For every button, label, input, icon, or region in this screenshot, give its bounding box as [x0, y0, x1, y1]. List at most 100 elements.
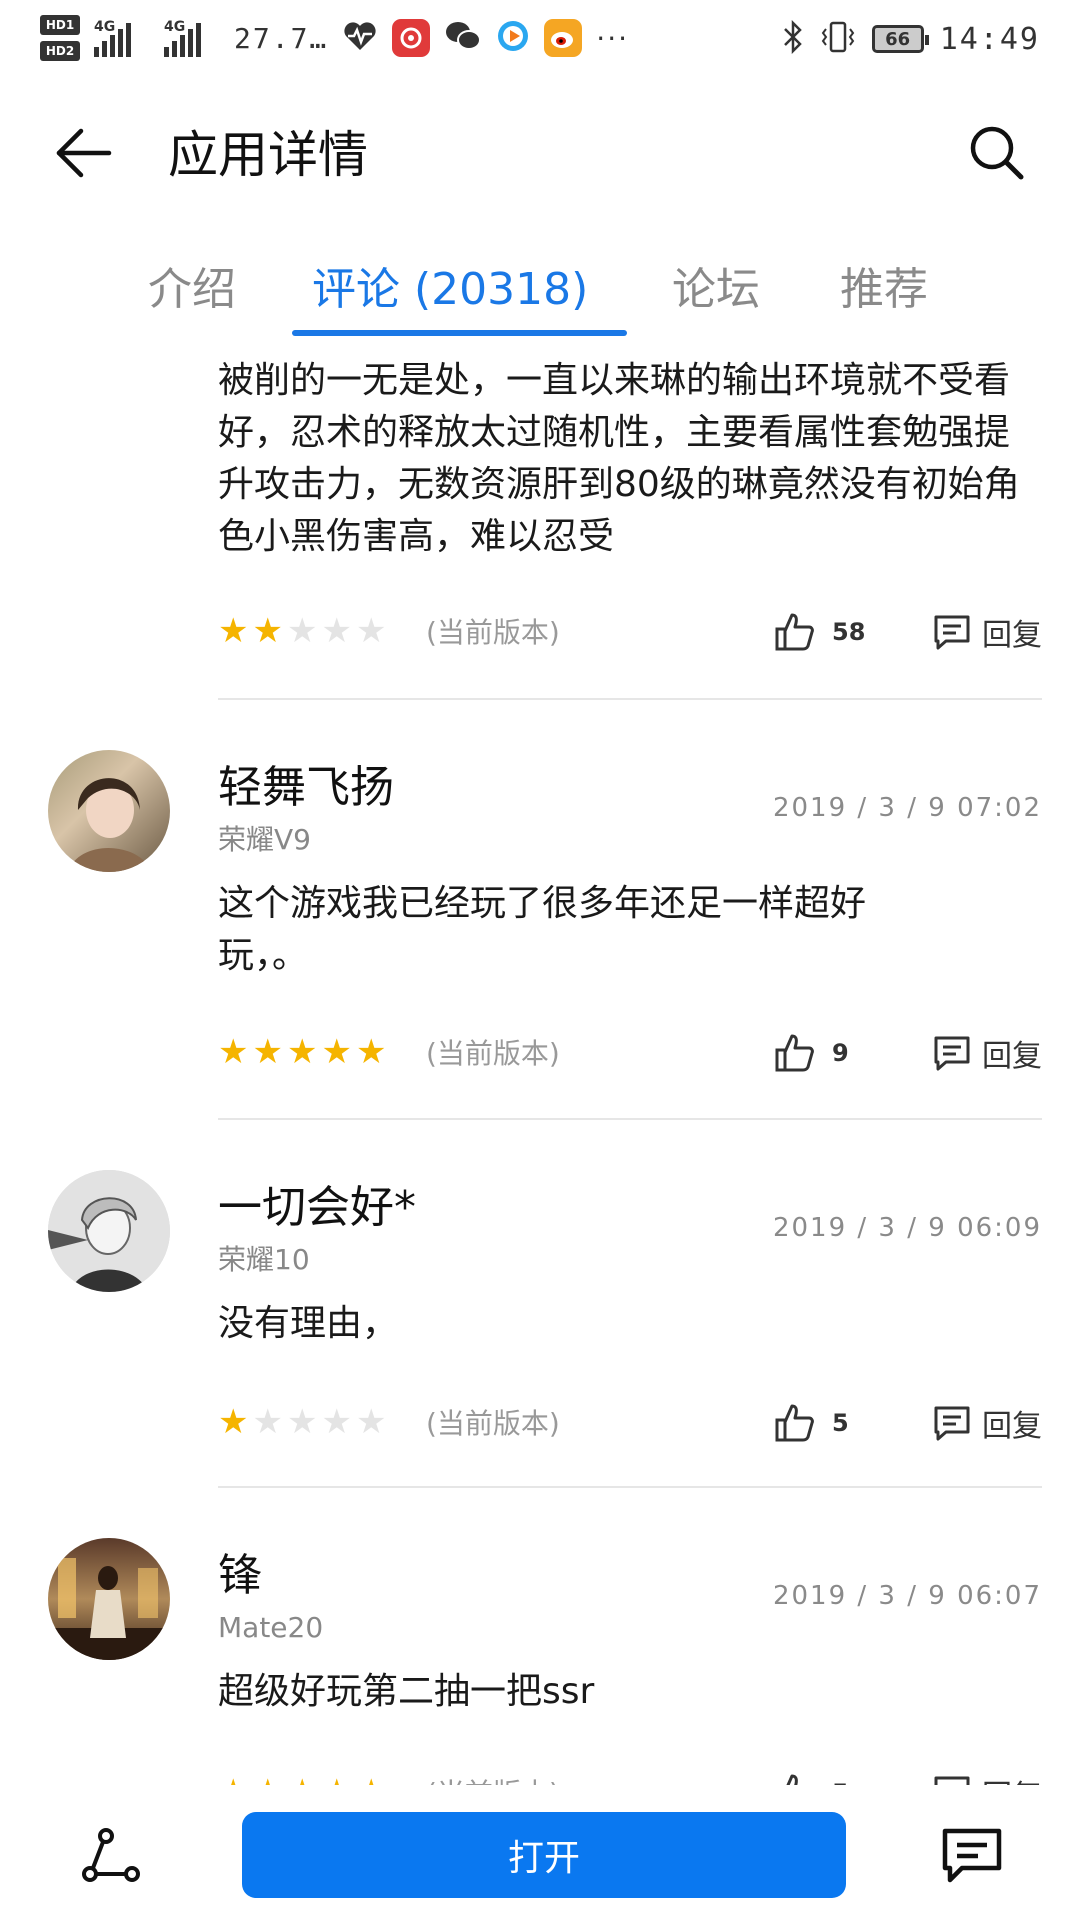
- review-list[interactable]: 被削的一无是处，一直以来琳的输出环境就不受看好，忍术的释放太过随机性，主要看属性…: [0, 345, 1080, 1785]
- rating-stars: ★★★★★: [218, 1402, 386, 1442]
- page-title: 应用详情: [168, 126, 368, 184]
- hd-indicators: HD1 HD2: [40, 15, 80, 61]
- user-device: 荣耀10: [218, 1243, 310, 1276]
- user-avatar[interactable]: [48, 750, 170, 872]
- status-left: HD1 HD2 4G 4G 27.7… ···: [40, 8, 629, 68]
- status-bar: HD1 HD2 4G 4G 27.7… ··· 66 14:49: [0, 0, 1080, 80]
- review-footer: ★★★★★ (当前版本) 5 回复: [218, 1398, 1042, 1448]
- reply-button[interactable]: 回复: [932, 1398, 1042, 1448]
- star-filled-icon: ★: [252, 611, 283, 651]
- signal-bar: [172, 41, 177, 57]
- share-icon: [82, 1828, 140, 1882]
- back-button[interactable]: [48, 118, 118, 188]
- tab-active-indicator: [292, 330, 627, 336]
- star-empty-icon: ★: [286, 611, 318, 651]
- review-text: 超级好玩第二抽一把ssr: [218, 1671, 595, 1712]
- user-avatar[interactable]: [48, 1170, 170, 1292]
- weibo-icon: [544, 19, 583, 57]
- reply-label: 回复: [982, 1409, 1042, 1444]
- reply-label: 回复: [982, 618, 1042, 653]
- reply-button[interactable]: 回复: [932, 1028, 1042, 1078]
- version-tag: (当前版本): [426, 1037, 560, 1070]
- signal-bar: [180, 35, 185, 57]
- tab-intro[interactable]: 介绍: [148, 260, 236, 320]
- thumbs-up-icon: [775, 1404, 814, 1442]
- share-button[interactable]: [72, 1816, 152, 1896]
- review-time: 2019 / 3 / 9 07:02: [772, 793, 1042, 823]
- like-button[interactable]: 5: [774, 1768, 872, 1785]
- signal-1-icon: 4G: [94, 19, 150, 57]
- star-filled-icon: ★: [218, 1402, 249, 1442]
- star-filled-icon: ★: [321, 1772, 351, 1785]
- signal-bar: [102, 41, 107, 57]
- reply-button[interactable]: 回复: [932, 1768, 1042, 1785]
- star-filled-icon: ★: [218, 1772, 248, 1785]
- hd2-badge: HD2: [40, 41, 80, 61]
- star-empty-icon: ★: [321, 611, 352, 651]
- like-button[interactable]: 58: [774, 607, 872, 657]
- star-filled-icon: ★: [218, 611, 249, 651]
- comment-icon: [934, 1776, 970, 1785]
- version-tag: (当前版本): [426, 616, 560, 649]
- comment-icon: [942, 1828, 1002, 1883]
- tab-forum[interactable]: 论坛: [672, 260, 760, 320]
- star-empty-icon: ★: [321, 1402, 352, 1442]
- star-filled-icon: ★: [286, 1032, 318, 1072]
- vibrate-icon: [820, 20, 856, 58]
- user-device: 荣耀V9: [218, 823, 311, 856]
- star-filled-icon: ★: [252, 1032, 283, 1072]
- review-item: 一切会好* 荣耀10 2019 / 3 / 9 06:09 没有理由， ★ ★ ★ ★…: [0, 1120, 1080, 1488]
- like-count: 58: [832, 618, 866, 646]
- bottom-action-bar: 打开: [0, 1790, 1080, 1920]
- signal-bar: [94, 47, 99, 57]
- write-comment-button[interactable]: [932, 1816, 1012, 1896]
- reply-button[interactable]: 回复: [932, 607, 1042, 657]
- review-footer: ★ ★ ★ ★ ★ (当前版本) 58 回复: [218, 607, 1042, 657]
- netease-music-icon: [392, 19, 431, 57]
- star-filled-icon: ★: [287, 1772, 317, 1785]
- comment-icon: [934, 615, 970, 650]
- thumbs-up-icon: [775, 613, 814, 651]
- battery-icon: 66: [871, 25, 929, 53]
- comment-icon: [934, 1406, 970, 1441]
- tab-bar: 介绍 评论 (20318) 论坛 推荐: [0, 250, 1080, 340]
- signal-bar: [164, 47, 169, 57]
- open-app-button[interactable]: 打开: [242, 1812, 846, 1898]
- app-header: 应用详情: [0, 80, 1080, 230]
- more-notifications-icon: ···: [596, 21, 629, 55]
- comment-icon: [934, 1036, 970, 1071]
- user-name: 一切会好*: [218, 1182, 416, 1233]
- review-footer: ★ ★ ★ ★ ★ (当前版本) 9 回复: [218, 1028, 1042, 1078]
- star-empty-icon: ★: [252, 1402, 283, 1442]
- review-time: 2019 / 3 / 9 06:09: [772, 1213, 1042, 1243]
- search-button[interactable]: [956, 112, 1036, 192]
- review-footer: ★★★★★ (当前版本) 5 回复: [218, 1768, 1042, 1785]
- star-empty-icon: ★: [355, 611, 387, 651]
- user-name: 轻舞飞扬: [218, 762, 394, 813]
- user-avatar[interactable]: [48, 1538, 170, 1660]
- signal-bar: [188, 29, 193, 57]
- arrow-left-icon: [56, 128, 112, 178]
- like-count: 5: [832, 1409, 849, 1437]
- like-button[interactable]: 9: [774, 1028, 872, 1078]
- battery-level: 66: [885, 28, 911, 50]
- video-icon: [496, 19, 530, 57]
- user-name: 锋: [218, 1550, 262, 1601]
- review-item: 轻舞飞扬 荣耀V9 2019 / 3 / 9 07:02 这个游戏我已经玩了很多…: [0, 700, 1080, 1120]
- network-type-2: 4G: [164, 19, 186, 35]
- wechat-icon: [444, 19, 482, 57]
- thumbs-up-icon: [775, 1034, 814, 1072]
- tab-reviews[interactable]: 评论 (20318): [312, 260, 588, 320]
- star-empty-icon: ★: [355, 1402, 387, 1442]
- like-button[interactable]: 5: [774, 1398, 872, 1448]
- review-text: 这个游戏我已经玩了很多年还足一样超好玩，。: [218, 883, 867, 976]
- star-empty-icon: ★: [286, 1402, 318, 1442]
- star-filled-icon: ★: [355, 1032, 387, 1072]
- signal-2-icon: 4G: [164, 19, 220, 57]
- rating-stars: ★★★★★: [218, 1772, 386, 1785]
- tab-recommend[interactable]: 推荐: [840, 260, 928, 320]
- health-icon: [342, 20, 378, 56]
- signal-bar: [118, 29, 123, 57]
- reply-label: 回复: [982, 1771, 1042, 1785]
- network-type-1: 4G: [94, 19, 116, 35]
